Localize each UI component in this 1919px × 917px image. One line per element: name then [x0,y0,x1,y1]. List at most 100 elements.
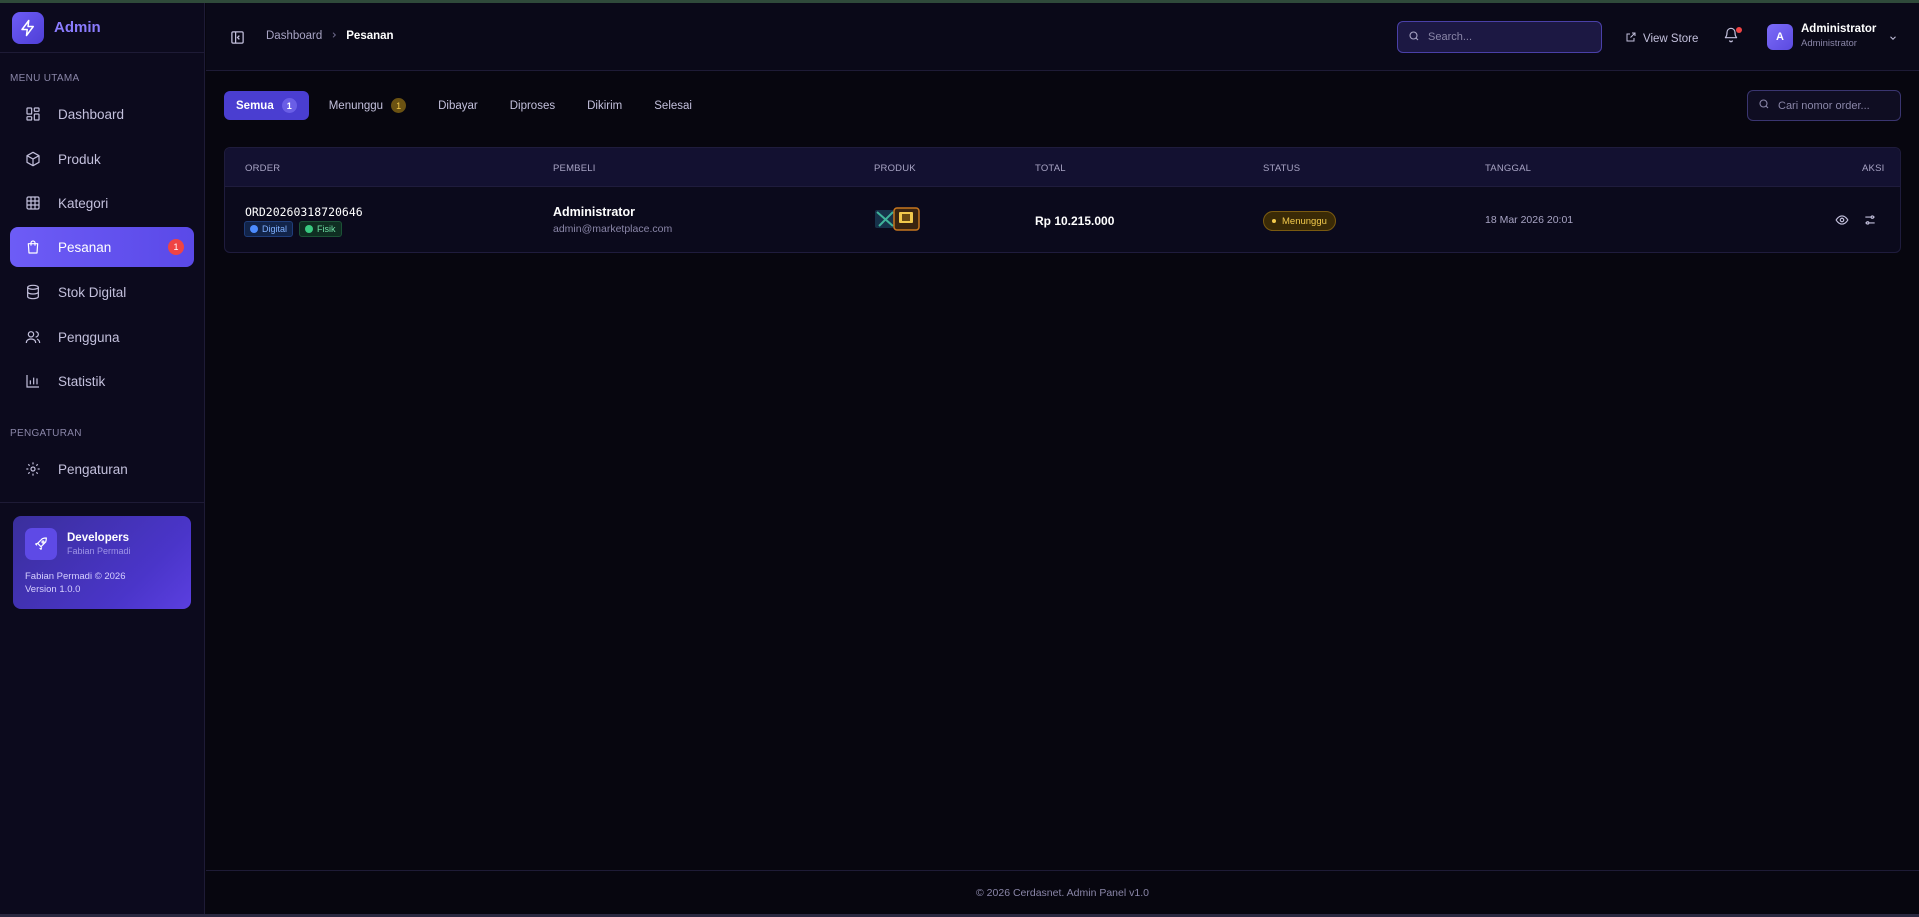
chevron-right-icon [330,30,338,42]
sidebar-item-label: Pengguna [58,329,120,345]
sidebar-item-label: Dashboard [58,106,125,122]
sidebar-item-statistik[interactable]: Statistik [10,361,194,401]
sidebar-item-label: Kategori [58,195,109,211]
status-dot-icon [1272,219,1276,223]
tab-dikirim[interactable]: Dikirim [575,91,634,120]
users-icon [24,328,42,346]
sidebar-divider [0,502,205,503]
status-badge: Menunggu [1263,211,1336,231]
sidebar-item-pengguna[interactable]: Pengguna [10,317,194,357]
search-icon [1758,98,1770,113]
sidebar-toggle-icon[interactable] [230,30,245,48]
chevron-down-icon[interactable] [1888,31,1898,46]
rocket-icon [25,528,57,560]
grid-icon [24,194,42,212]
tab-diproses[interactable]: Diproses [498,91,567,120]
dev-card-title: Developers [67,532,130,544]
tab-dibayar[interactable]: Dibayar [426,91,490,120]
tab-label: Diproses [509,99,556,112]
dev-card-subtitle: Fabian Permadi [67,546,131,556]
box-icon [24,150,42,168]
avatar[interactable]: A [1767,24,1793,50]
sidebar-item-label: Pengaturan [58,461,128,477]
user-role: Administrator [1801,38,1857,49]
tab-label: Selesai [654,99,692,112]
tag-label: Fisik [317,224,336,234]
column-header-tanggal: TANGGAL [1485,163,1532,174]
order-date: 18 Mar 2026 20:01 [1485,214,1574,226]
eye-icon[interactable] [1835,213,1849,230]
tab-count-badge: 1 [391,98,407,113]
sidebar-item-label: Stok Digital [58,284,127,300]
orders-count-badge: 1 [168,239,184,255]
top-header: Dashboard Pesanan View Store A Administr… [206,3,1919,71]
user-name: Administrator [1801,23,1877,35]
user-menu[interactable]: Administrator Administrator [1801,23,1876,49]
order-status-tabs: Semua 1 Menunggu 1 Dibayar Diproses Diki… [224,91,712,120]
status-label: Menunggu [1282,215,1327,227]
tag-digital: Digital [244,221,294,237]
breadcrumb: Dashboard Pesanan [266,30,394,42]
breadcrumb-current: Pesanan [346,30,394,42]
dashboard-icon [24,105,42,123]
column-header-total: TOTAL [1035,163,1066,174]
global-search[interactable] [1397,21,1602,53]
tag-fisik: Fisik [299,221,342,237]
tab-selesai[interactable]: Selesai [642,91,704,120]
search-icon [1408,30,1420,45]
dev-card-version: Version 1.0.0 [25,584,81,595]
bag-icon [24,238,42,256]
column-header-order: ORDER [245,163,281,174]
table-row[interactable]: ORD20260318720646 Digital Fisik Administ… [225,187,1900,252]
column-header-aksi: AKSI [1862,163,1885,174]
external-link-icon [1625,31,1637,46]
footer-text: © 2026 Cerdasnet. Admin Panel v1.0 [976,886,1149,899]
column-header-status: STATUS [1263,163,1301,174]
sidebar-item-kategori[interactable]: Kategori [10,183,194,223]
brand-name: Admin [54,19,101,36]
search-input[interactable] [1428,31,1578,43]
sidebar-item-stok-digital[interactable]: Stok Digital [10,272,194,312]
fisik-dot-icon [305,225,314,233]
breadcrumb-dashboard[interactable]: Dashboard [266,30,322,42]
tab-label: Menunggu [328,99,384,112]
sidebar-item-label: Pesanan [58,239,112,255]
section-label-main: MENU UTAMA [10,73,80,84]
page-footer: © 2026 Cerdasnet. Admin Panel v1.0 [206,870,1919,914]
lightning-logo-icon [12,11,44,44]
column-header-pembeli: PEMBELI [553,163,596,174]
tab-label: Dibayar [438,99,478,112]
gear-icon [24,460,42,478]
order-search-input[interactable] [1778,99,1898,112]
sidebar-item-pesanan[interactable]: Pesanan 1 [10,227,194,267]
digital-dot-icon [250,225,258,233]
sidebar-item-dashboard[interactable]: Dashboard [10,94,194,134]
tag-label: Digital [262,224,288,234]
column-header-produk: PRODUK [874,163,916,174]
order-id[interactable]: ORD20260318720646 [245,205,363,219]
chart-icon [24,372,42,390]
buyer-email: admin@marketplace.com [553,223,673,235]
tab-count-badge: 1 [281,98,297,113]
sidebar-item-label: Produk [58,151,101,167]
section-label-settings: PENGATURAN [10,428,82,439]
tab-label: Dikirim [587,99,623,112]
order-type-tags: Digital Fisik [244,221,348,237]
product-thumbnails [874,206,920,235]
view-store-link[interactable]: View Store [1625,31,1698,46]
sliders-icon[interactable] [1863,213,1877,230]
table-header: ORDER PEMBELI PRODUK TOTAL STATUS TANGGA… [225,148,1900,187]
order-search[interactable] [1747,90,1901,121]
tab-semua[interactable]: Semua 1 [224,91,309,120]
sidebar: Admin MENU UTAMA Dashboard Produk Katego… [0,3,205,914]
brand[interactable]: Admin [0,3,204,53]
sidebar-item-pengaturan[interactable]: Pengaturan [10,449,194,489]
notification-dot [1736,27,1742,33]
orders-table: ORDER PEMBELI PRODUK TOTAL STATUS TANGGA… [224,147,1901,253]
developer-card: Developers Fabian Permadi Fabian Permadi… [13,516,191,609]
tab-menunggu[interactable]: Menunggu 1 [317,91,418,120]
sidebar-item-produk[interactable]: Produk [10,139,194,179]
order-total: Rp 10.215.000 [1035,214,1115,228]
database-icon [24,283,42,301]
sidebar-item-label: Statistik [58,373,106,389]
